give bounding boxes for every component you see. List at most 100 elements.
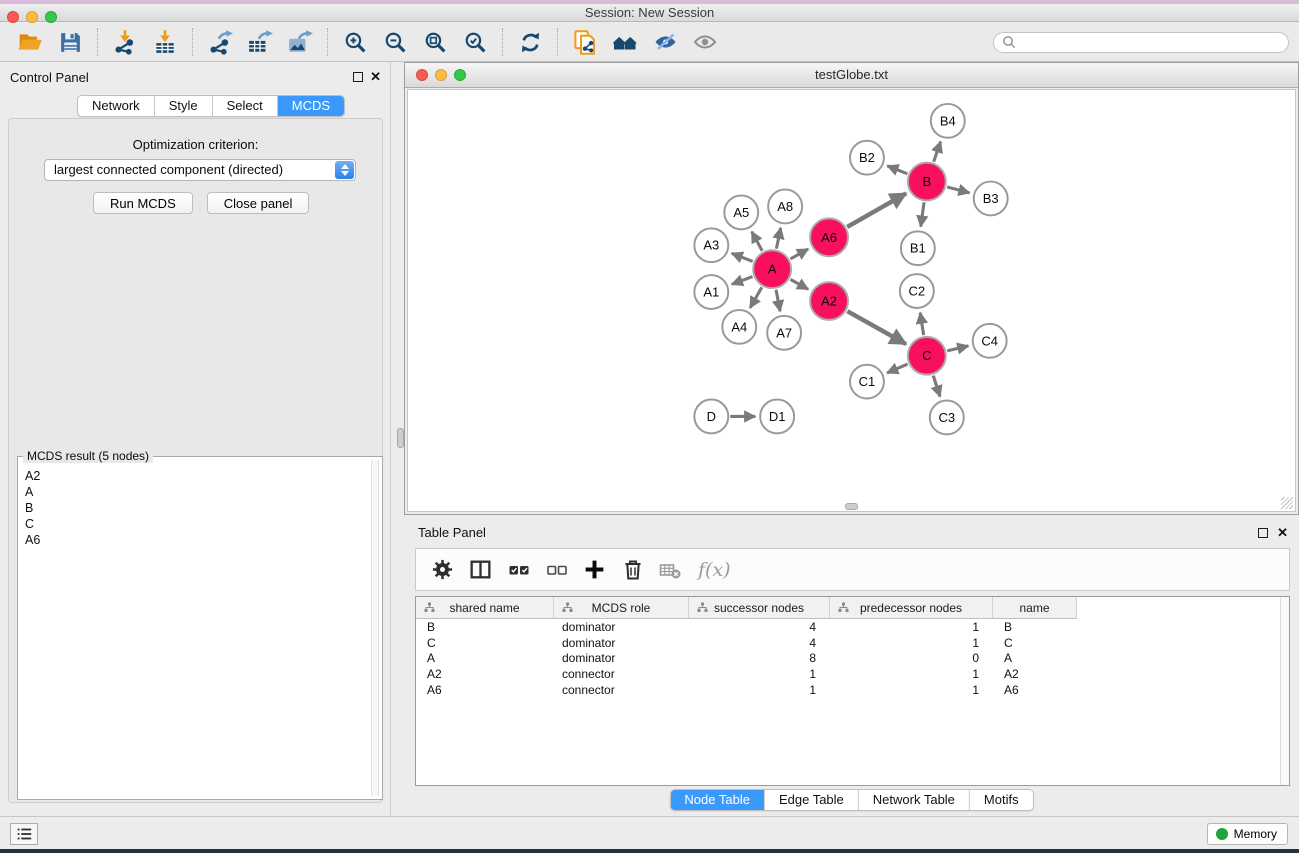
network-minimize-button[interactable] — [435, 69, 447, 81]
import-table-button[interactable] — [145, 25, 185, 59]
graph-edge-A-A8[interactable] — [776, 228, 780, 249]
graph-node-B2[interactable]: B2 — [850, 141, 884, 175]
column-header-shared-name[interactable]: shared name — [416, 597, 554, 619]
graph-edge-C-C1[interactable] — [887, 364, 907, 373]
show-columns-button[interactable] — [466, 555, 495, 585]
show-details-button[interactable] — [685, 25, 725, 59]
graph-node-A7[interactable]: A7 — [767, 316, 801, 350]
graph-edge-A-A2[interactable] — [790, 279, 808, 289]
network-close-button[interactable] — [416, 69, 428, 81]
graph-node-C1[interactable]: C1 — [850, 365, 884, 399]
graph-edge-B-B1[interactable] — [921, 202, 924, 226]
graph-edge-B-B3[interactable] — [947, 187, 969, 193]
delete-table-button[interactable] — [656, 555, 685, 585]
home-view-button[interactable] — [605, 25, 645, 59]
graph-edge-A-A4[interactable] — [750, 287, 762, 308]
tab-style[interactable]: Style — [155, 96, 213, 116]
tab-network-table[interactable]: Network Table — [859, 790, 970, 810]
graph-node-B3[interactable]: B3 — [974, 182, 1008, 216]
column-header-MCDS-role[interactable]: MCDS role — [554, 597, 689, 619]
table-close-icon[interactable]: ✕ — [1277, 527, 1288, 538]
criterion-dropdown[interactable]: largest connected component (directed) — [44, 159, 356, 181]
column-header-name[interactable]: name — [993, 597, 1077, 619]
float-panel-icon[interactable] — [353, 72, 363, 82]
graph-edge-B-B4[interactable] — [934, 142, 941, 162]
network-canvas[interactable]: B4B2BB3A5A8A6A3AB1A1C2A2A4A7C4CC1C3DD1 — [407, 89, 1296, 512]
tab-motifs[interactable]: Motifs — [970, 790, 1033, 810]
close-window-button[interactable] — [7, 11, 19, 23]
create-column-button[interactable] — [580, 555, 609, 585]
graph-node-B1[interactable]: B1 — [901, 231, 935, 265]
column-header-successor-nodes[interactable]: successor nodes — [689, 597, 830, 619]
zoom-selected-button[interactable] — [455, 25, 495, 59]
mcds-result-item[interactable]: A — [21, 484, 370, 500]
graph-edge-A6-B[interactable] — [847, 193, 906, 227]
mcds-result-item[interactable]: B — [21, 500, 370, 516]
tab-edge-table[interactable]: Edge Table — [765, 790, 859, 810]
zoom-in-button[interactable] — [335, 25, 375, 59]
mcds-result-item[interactable]: A6 — [21, 532, 370, 548]
delete-columns-button[interactable] — [618, 555, 647, 585]
graph-node-C3[interactable]: C3 — [930, 401, 964, 435]
graph-node-A4[interactable]: A4 — [722, 310, 756, 344]
select-all-button[interactable] — [504, 555, 533, 585]
graph-edge-A2-C[interactable] — [847, 311, 906, 344]
table-settings-button[interactable] — [428, 555, 457, 585]
graph-node-B4[interactable]: B4 — [931, 104, 965, 138]
apply-function-button[interactable]: f(x) — [698, 559, 731, 581]
save-session-button[interactable] — [50, 25, 90, 59]
table-row[interactable]: A2connector11A2 — [416, 666, 1289, 682]
graph-node-A3[interactable]: A3 — [694, 228, 728, 262]
table-row[interactable]: Cdominator41C — [416, 635, 1289, 651]
graph-edge-B-B2[interactable] — [887, 166, 907, 174]
graph-node-D1[interactable]: D1 — [760, 400, 794, 434]
graph-edge-C-C4[interactable] — [947, 346, 968, 351]
graph-node-A8[interactable]: A8 — [768, 190, 802, 224]
graph-edge-A-A5[interactable] — [752, 232, 762, 251]
graph-node-A6[interactable]: A6 — [810, 218, 848, 256]
table-scrollbar[interactable] — [1280, 597, 1289, 785]
graph-node-A[interactable]: A — [753, 250, 791, 288]
minimize-window-button[interactable] — [26, 11, 38, 23]
graph-node-B[interactable]: B — [908, 163, 946, 201]
search-input[interactable] — [1016, 35, 1280, 49]
tab-mcds[interactable]: MCDS — [278, 96, 344, 116]
tab-node-table[interactable]: Node Table — [670, 790, 765, 810]
graph-node-D[interactable]: D — [694, 400, 728, 434]
import-network-button[interactable] — [105, 25, 145, 59]
column-header-predecessor-nodes[interactable]: predecessor nodes — [830, 597, 993, 619]
graph-edge-A-A6[interactable] — [790, 249, 808, 259]
mcds-result-item[interactable]: A2 — [21, 468, 370, 484]
graph-node-A1[interactable]: A1 — [694, 275, 728, 309]
refresh-button[interactable] — [510, 25, 550, 59]
open-session-button[interactable] — [10, 25, 50, 59]
graph-edge-C-C3[interactable] — [933, 376, 940, 397]
tab-network[interactable]: Network — [78, 96, 155, 116]
result-scrollbar[interactable] — [371, 460, 379, 796]
search-box[interactable] — [993, 32, 1289, 53]
table-row[interactable]: A6connector11A6 — [416, 682, 1289, 698]
memory-button[interactable]: Memory — [1207, 823, 1288, 845]
zoom-out-button[interactable] — [375, 25, 415, 59]
export-image-button[interactable] — [280, 25, 320, 59]
mcds-result-item[interactable]: C — [21, 516, 370, 532]
table-row[interactable]: Adominator80A — [416, 651, 1289, 667]
graph-node-C[interactable]: C — [908, 337, 946, 375]
graph-edge-A-A3[interactable] — [732, 253, 753, 261]
graph-edge-C-C2[interactable] — [920, 313, 923, 335]
left-scrollbar-thumb[interactable] — [397, 428, 404, 448]
task-history-button[interactable] — [10, 823, 38, 845]
graph-node-C2[interactable]: C2 — [900, 274, 934, 308]
graph-edge-A-A7[interactable] — [776, 290, 780, 312]
network-snapshot-button[interactable] — [565, 25, 605, 59]
bottom-scrollbar-thumb[interactable] — [845, 503, 858, 510]
zoom-window-button[interactable] — [45, 11, 57, 23]
hide-navigator-button[interactable] — [645, 25, 685, 59]
graph-node-A2[interactable]: A2 — [810, 282, 848, 320]
graph-edge-A-A1[interactable] — [732, 277, 753, 285]
close-panel-button[interactable]: Close panel — [207, 192, 310, 214]
close-panel-icon[interactable]: ✕ — [370, 71, 381, 82]
export-table-button[interactable] — [240, 25, 280, 59]
zoom-fit-button[interactable] — [415, 25, 455, 59]
graph-node-A5[interactable]: A5 — [724, 195, 758, 229]
